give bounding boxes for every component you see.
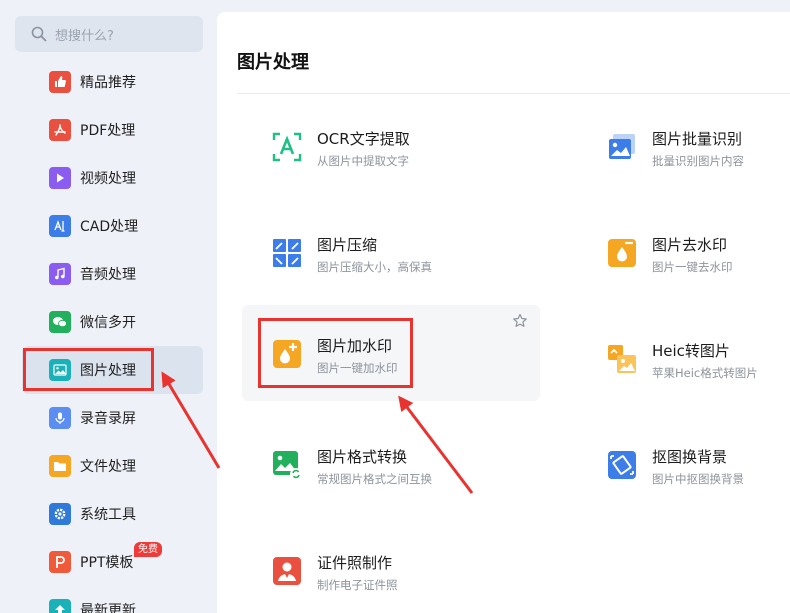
star-icon[interactable]: [512, 313, 528, 329]
format-convert-icon: [273, 451, 302, 480]
tool-title: 图片格式转换: [317, 448, 408, 466]
sidebar-item-cad[interactable]: CAD处理: [0, 202, 215, 250]
batch-recognize-icon: [609, 134, 635, 159]
update-icon: [49, 599, 71, 613]
tool-card-format-convert[interactable]: 图片格式转换 常规图片格式之间互换: [242, 416, 540, 512]
sidebar-item-audio[interactable]: 音频处理: [0, 250, 215, 298]
play-icon: [49, 167, 71, 189]
tool-title: 抠图换背景: [652, 448, 728, 466]
sidebar-item-pdf[interactable]: PDF处理: [0, 106, 215, 154]
tool-title: OCR文字提取: [317, 130, 410, 148]
tool-subtitle: 图片一键去水印: [652, 260, 733, 274]
highlight-box-card: [258, 318, 413, 388]
music-icon: [49, 263, 71, 285]
tool-title: 图片批量识别: [652, 130, 743, 148]
ppt-icon: [49, 551, 71, 573]
sidebar-item-label: 精品推荐: [80, 75, 136, 91]
sidebar-item-file[interactable]: 文件处理: [0, 442, 215, 490]
tool-subtitle: 从图片中提取文字: [317, 154, 409, 168]
heic-convert-icon: [608, 345, 636, 373]
title-divider: [237, 93, 790, 94]
tool-card-heic-convert[interactable]: Heic转图片 苹果Heic格式转图片: [577, 310, 790, 406]
pdf-icon: [49, 119, 71, 141]
folder-icon: [49, 455, 71, 477]
tool-subtitle: 图片中抠图换背景: [652, 472, 744, 486]
tool-title: 图片去水印: [652, 236, 728, 254]
sidebar: 想搜什么? 精品推荐 PDF处理 视频处理 CAD处理 音频处理 微信多开 图片…: [0, 0, 215, 613]
sidebar-item-label: 音频处理: [80, 267, 136, 283]
main-panel: 图片处理 OCR文字提取 从图片中提取文字 图片批量识别 批量识别图片内容 图片…: [217, 12, 790, 613]
highlight-box-sidebar: [23, 348, 154, 391]
sidebar-item-label: 微信多开: [80, 315, 136, 331]
sidebar-item-featured[interactable]: 精品推荐: [0, 58, 215, 106]
sidebar-item-label: 视频处理: [80, 171, 136, 187]
sidebar-item-label: CAD处理: [80, 219, 139, 235]
cad-icon: [49, 215, 71, 237]
sidebar-item-label: PDF处理: [80, 123, 136, 139]
cutout-icon: [608, 451, 636, 479]
tool-card-batch-recognize[interactable]: 图片批量识别 批量识别图片内容: [577, 98, 790, 194]
tool-subtitle: 常规图片格式之间互换: [317, 472, 432, 486]
tool-card-ocr[interactable]: OCR文字提取 从图片中提取文字: [242, 98, 540, 194]
search-input[interactable]: 想搜什么?: [15, 16, 203, 52]
gear-icon: [49, 503, 71, 525]
search-icon: [31, 26, 47, 42]
sidebar-item-system[interactable]: 系统工具: [0, 490, 215, 538]
sidebar-item-label: 文件处理: [80, 459, 136, 475]
sidebar-item-label: 系统工具: [80, 507, 136, 523]
search-placeholder: 想搜什么?: [55, 28, 114, 44]
tool-title: 证件照制作: [317, 554, 393, 572]
sidebar-item-latest[interactable]: 最新更新: [0, 586, 215, 613]
sidebar-item-label: PPT模板: [80, 555, 134, 571]
sidebar-item-label: 最新更新: [80, 603, 136, 613]
remove-watermark-icon: [608, 239, 636, 267]
free-badge: 免费: [134, 542, 162, 557]
tool-subtitle: 制作电子证件照: [317, 578, 398, 592]
tool-card-cutout[interactable]: 抠图换背景 图片中抠图换背景: [577, 416, 790, 512]
tool-subtitle: 批量识别图片内容: [652, 154, 744, 168]
sidebar-item-label: 录音录屏: [80, 411, 136, 427]
sidebar-item-record[interactable]: 录音录屏: [0, 394, 215, 442]
tool-card-remove-watermark[interactable]: 图片去水印 图片一键去水印: [577, 204, 790, 300]
page-title: 图片处理: [237, 52, 309, 73]
tool-card-compress[interactable]: 图片压缩 图片压缩大小，高保真: [242, 204, 540, 300]
sidebar-item-wechat[interactable]: 微信多开: [0, 298, 215, 346]
sidebar-item-video[interactable]: 视频处理: [0, 154, 215, 202]
tool-title: Heic转图片: [652, 342, 730, 360]
tool-subtitle: 图片压缩大小，高保真: [317, 260, 432, 274]
sidebar-nav: 精品推荐 PDF处理 视频处理 CAD处理 音频处理 微信多开 图片处理 录音录…: [0, 58, 215, 613]
id-photo-icon: [273, 557, 301, 585]
compress-icon: [273, 239, 301, 267]
wechat-icon: [49, 311, 71, 333]
thumbs-up-icon: [49, 71, 71, 93]
ocr-icon: [272, 132, 302, 162]
microphone-icon: [49, 407, 71, 429]
tool-subtitle: 苹果Heic格式转图片: [652, 366, 758, 380]
tool-title: 图片压缩: [317, 236, 378, 254]
sidebar-item-ppt[interactable]: PPT模板 免费: [0, 538, 215, 586]
tool-card-id-photo[interactable]: 证件照制作 制作电子证件照: [242, 522, 540, 613]
